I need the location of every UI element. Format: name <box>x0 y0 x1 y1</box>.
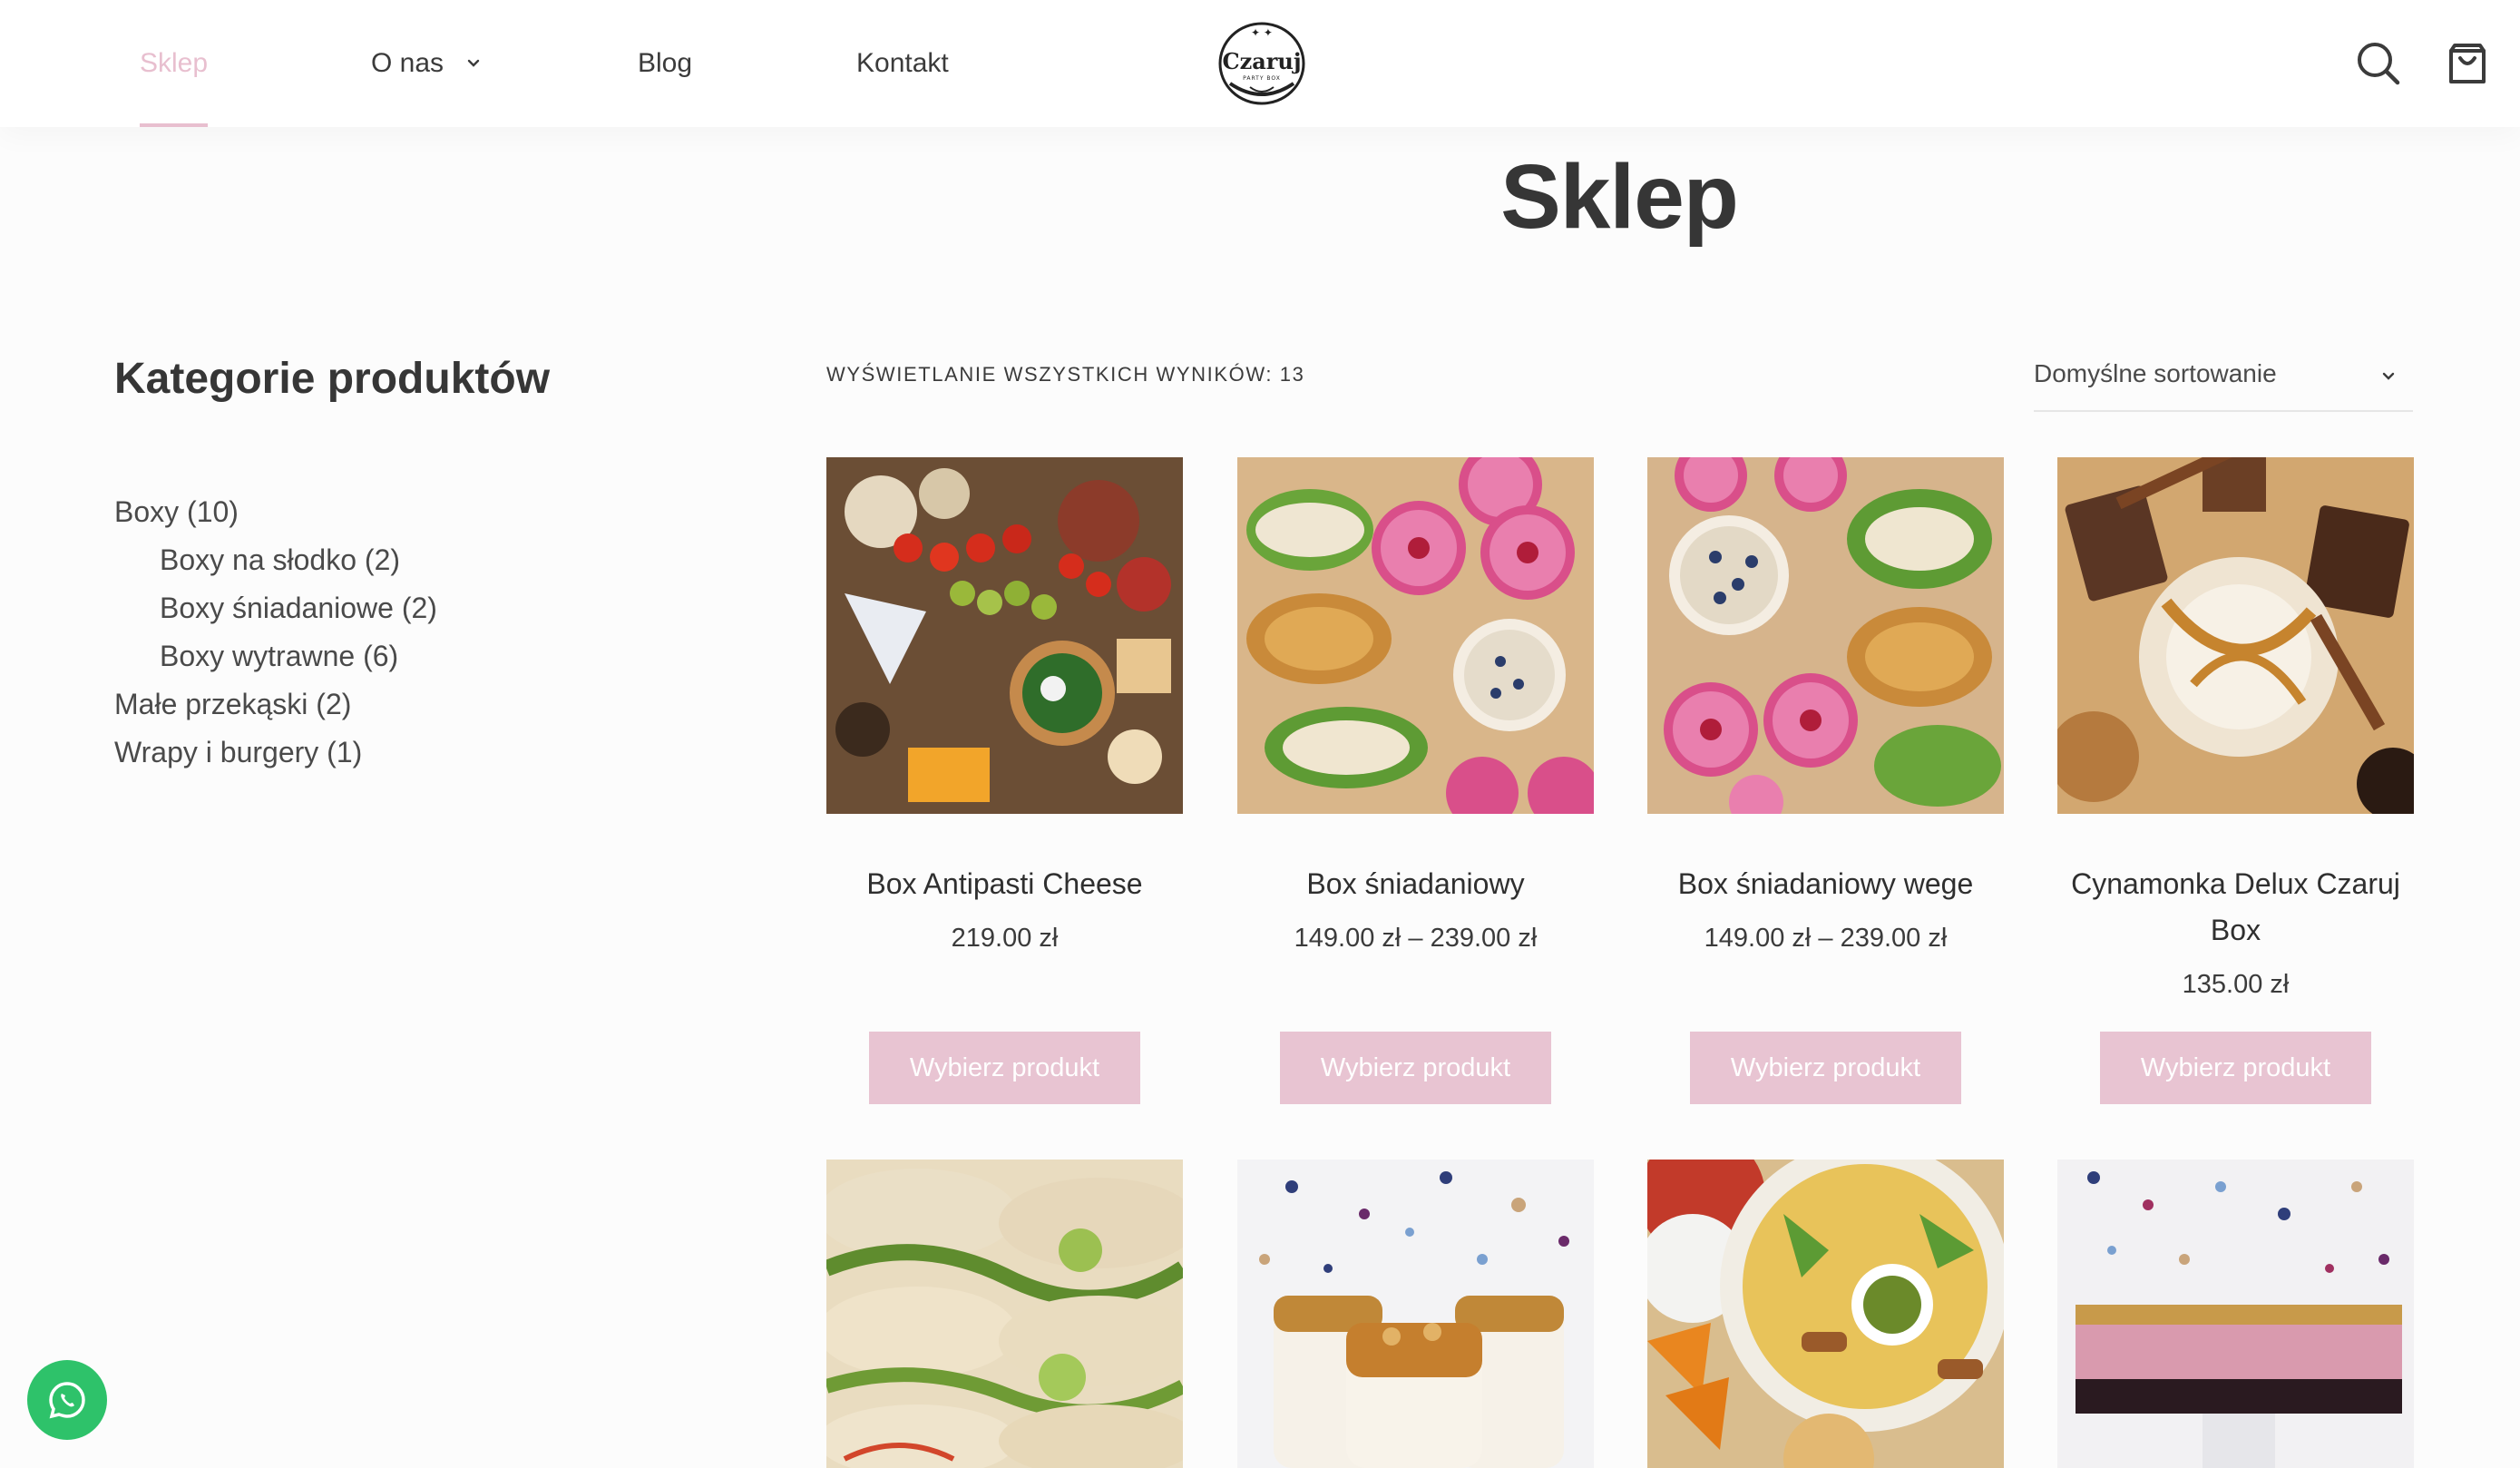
category-item-boxy-sniadaniowe[interactable]: Boxy śniadaniowe (2) <box>114 584 437 632</box>
product-card: Box śniadaniowy wege 149.00 zł – 239.00 … <box>1647 457 2004 1104</box>
whatsapp-button[interactable] <box>27 1360 107 1440</box>
product-price: 135.00 zł <box>2182 970 2290 999</box>
product-card: Box śniadaniowy 149.00 zł – 239.00 zł Wy… <box>1237 457 1594 1104</box>
chevron-down-icon <box>2382 372 2395 380</box>
page-title: Sklep <box>1500 146 1739 248</box>
logo-subtext: PARTY BOX <box>1243 75 1281 82</box>
product-price: 149.00 zł – 239.00 zł <box>1294 924 1538 953</box>
whatsapp-icon <box>49 1382 85 1419</box>
category-item-boxy-na-slodko[interactable]: Boxy na słodko (2) <box>114 536 437 584</box>
category-item-wrapy-i-burgery[interactable]: Wrapy i burgery (1) <box>114 729 437 777</box>
nav-sklep[interactable]: Sklep <box>140 0 209 127</box>
svg-text:✦ ✦: ✦ ✦ <box>1251 26 1273 39</box>
chevron-down-icon <box>467 59 480 67</box>
product-image[interactable] <box>1237 1160 1594 1468</box>
nav-kontakt-label: Kontakt <box>856 48 949 78</box>
nav-active-underline <box>140 123 209 127</box>
product-image[interactable] <box>2057 457 2414 814</box>
select-product-button[interactable]: Wybierz produkt <box>1690 1032 1961 1104</box>
product-image[interactable] <box>1237 457 1594 814</box>
sort-selected-value: Domyślne sortowanie <box>2034 359 2277 387</box>
product-image[interactable] <box>1647 1160 2004 1468</box>
czaruj-logo[interactable]: ✦ ✦ Czaruj PARTY BOX <box>1214 18 1310 107</box>
product-card: Box Antipasti Cheese 219.00 zł Wybierz p… <box>826 457 1183 1104</box>
product-image[interactable] <box>2057 1160 2414 1468</box>
sidebar-title: Kategorie produktów <box>114 355 551 403</box>
product-title[interactable]: Box śniadaniowy <box>1237 861 1594 907</box>
nav-o-nas-label: O nas <box>371 48 444 78</box>
site-header: Sklep O nas Blog Kontakt ✦ ✦ Czaruj PART… <box>0 0 2520 127</box>
product-card: Cynamonka Delux Czaruj Box 135.00 zł Wyb… <box>2057 457 2414 1104</box>
select-product-button[interactable]: Wybierz produkt <box>869 1032 1140 1104</box>
nav-sklep-label: Sklep <box>140 48 209 78</box>
category-list: Boxy (10) Boxy na słodko (2) Boxy śniada… <box>114 488 437 777</box>
select-product-button[interactable]: Wybierz produkt <box>2100 1032 2371 1104</box>
product-title[interactable]: Box Antipasti Cheese <box>826 861 1183 907</box>
product-image[interactable] <box>1647 457 2004 814</box>
product-image[interactable] <box>826 1160 1183 1468</box>
logo-text: Czaruj <box>1222 48 1301 74</box>
nav-o-nas[interactable]: O nas <box>371 0 483 127</box>
category-item-male-przekaski[interactable]: Małe przekąski (2) <box>114 680 437 729</box>
sort-select[interactable]: Domyślne sortowanie <box>2034 352 2413 412</box>
product-image[interactable] <box>826 457 1183 814</box>
cart-icon[interactable] <box>2442 38 2493 89</box>
product-title[interactable]: Cynamonka Delux Czaruj Box <box>2057 861 2414 954</box>
product-title[interactable]: Box śniadaniowy wege <box>1647 861 2004 907</box>
product-price: 219.00 zł <box>951 924 1059 953</box>
nav-blog-label: Blog <box>638 48 693 78</box>
result-count: WYŚWIETLANIE WSZYSTKICH WYNIKÓW: 13 <box>826 363 1305 386</box>
nav-blog[interactable]: Blog <box>638 0 692 127</box>
product-price: 149.00 zł – 239.00 zł <box>1704 924 1948 953</box>
select-product-button[interactable]: Wybierz produkt <box>1280 1032 1551 1104</box>
category-item-boxy[interactable]: Boxy (10) <box>114 488 437 536</box>
category-item-boxy-wytrawne[interactable]: Boxy wytrawne (6) <box>114 632 437 680</box>
search-icon[interactable] <box>2353 38 2404 89</box>
nav-kontakt[interactable]: Kontakt <box>856 0 949 127</box>
